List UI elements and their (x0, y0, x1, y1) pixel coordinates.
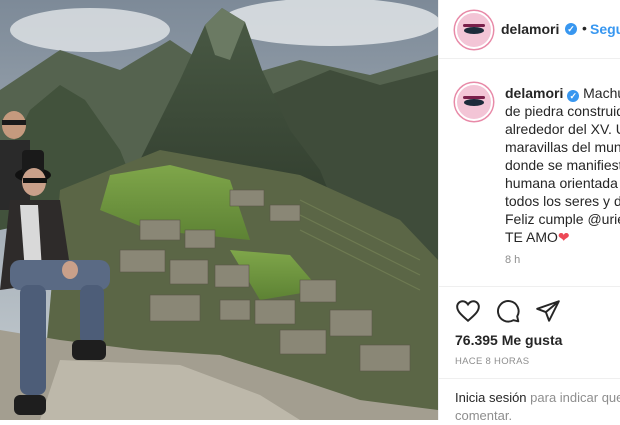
caption-line-1: delamori ✓ Machu Picchu (an (505, 84, 620, 102)
like-heart-icon[interactable] (455, 298, 481, 324)
caption-time: 8 h (505, 254, 521, 266)
caption-line: maravillas del mundo (505, 139, 620, 155)
post-photo[interactable] (0, 0, 438, 420)
avatar-eye (464, 99, 484, 106)
post-caption: delamori ✓ Machu Picchu (an de piedra co… (505, 84, 620, 246)
caption-avatar[interactable] (455, 83, 493, 121)
caption-line: Feliz cumple @uriel (505, 211, 620, 227)
comment-icon[interactable] (495, 298, 521, 324)
verified-icon: ✓ (565, 23, 577, 35)
post-header: delamori ✓ • Seguir (439, 0, 620, 59)
caption-text: Machu Picchu (an (583, 85, 620, 101)
login-rest: para indicar que (526, 390, 620, 405)
caption-line: humana orientada a (505, 175, 620, 191)
post-side-panel: delamori ✓ • Seguir delamori ✓ Machu Pic… (438, 0, 620, 423)
caption-line: de piedra construida (505, 103, 620, 119)
caption-text: TE AMO (505, 229, 558, 245)
login-prompt: Inicia sesión para indicar que comentar. (439, 378, 620, 423)
verified-icon: ✓ (567, 90, 580, 102)
likes-count[interactable]: 76.395 Me gusta (455, 332, 562, 348)
separator-dot: • (582, 20, 587, 36)
caption-line-last: TE AMO❤ (505, 228, 620, 246)
caption-line: todos los seres y de (505, 193, 620, 209)
avatar[interactable] (455, 11, 493, 49)
heart-emoji-icon: ❤ (557, 229, 570, 245)
caption-line: alrededor del XV. U (505, 121, 620, 137)
login-link[interactable]: Inicia sesión (455, 390, 527, 405)
caption-username[interactable]: delamori (505, 85, 563, 101)
caption-line: donde se manifiesta (505, 157, 620, 173)
post-timestamp: HACE 8 HORAS (455, 356, 530, 367)
photo-machu-picchu (0, 0, 438, 420)
share-icon[interactable] (535, 298, 561, 324)
follow-button[interactable]: Seguir (590, 21, 620, 37)
login-rest-2: comentar. (455, 408, 513, 423)
header-username[interactable]: delamori (501, 21, 559, 37)
avatar-eye (464, 27, 484, 34)
